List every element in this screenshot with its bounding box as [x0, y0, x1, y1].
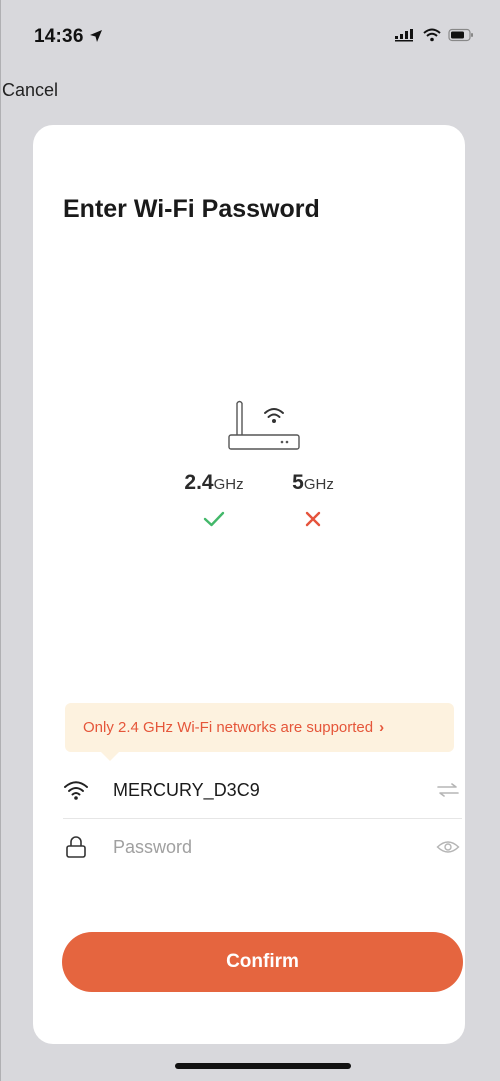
ssid-field[interactable]: MERCURY_D3C9	[63, 762, 462, 819]
device-frame-edge	[0, 0, 13, 1081]
status-time: 14:36	[34, 26, 103, 48]
band-2-4ghz: 2.4GHz	[169, 470, 259, 530]
band-support: 2.4GHz 5GHz	[33, 470, 465, 540]
battery-icon	[448, 28, 474, 47]
chevron-right-icon: ›	[379, 719, 385, 736]
band-label: 2.4GHz	[169, 470, 259, 498]
tooltip-text: Only 2.4 GHz Wi-Fi networks are supporte…	[83, 719, 374, 736]
band-value: 2.4	[184, 471, 214, 494]
cellular-signal-icon	[394, 28, 416, 47]
status-time-text: 14:36	[34, 26, 84, 47]
band-unit: GHz	[213, 476, 244, 493]
confirm-button[interactable]: Confirm	[62, 932, 463, 992]
wifi-password-sheet: Enter Wi-Fi Password 2.4GHz 5GHz Only 2.…	[33, 125, 465, 1044]
band-value: 5	[292, 471, 304, 494]
wifi-icon	[63, 777, 89, 803]
lock-icon	[63, 834, 89, 860]
status-icons	[394, 28, 474, 47]
band-unit: GHz	[303, 476, 334, 493]
cross-icon	[268, 510, 358, 530]
router-icon	[225, 397, 317, 453]
page-title: Enter Wi-Fi Password	[63, 195, 320, 223]
wifi-status-icon	[423, 28, 441, 47]
home-indicator[interactable]	[175, 1063, 351, 1069]
check-icon	[169, 510, 259, 530]
switch-network-icon[interactable]	[434, 777, 462, 803]
band-support-tooltip[interactable]: Only 2.4 GHz Wi-Fi networks are supporte…	[65, 703, 454, 761]
cancel-button[interactable]: Cancel	[2, 80, 58, 101]
location-arrow-icon	[89, 26, 103, 47]
band-label: 5GHz	[268, 470, 358, 498]
status-bar: 14:36	[0, 0, 500, 72]
eye-icon[interactable]	[434, 834, 462, 860]
password-input[interactable]	[113, 836, 434, 858]
ssid-value: MERCURY_D3C9	[113, 779, 260, 800]
band-5ghz: 5GHz	[268, 470, 358, 530]
password-field	[63, 819, 462, 875]
